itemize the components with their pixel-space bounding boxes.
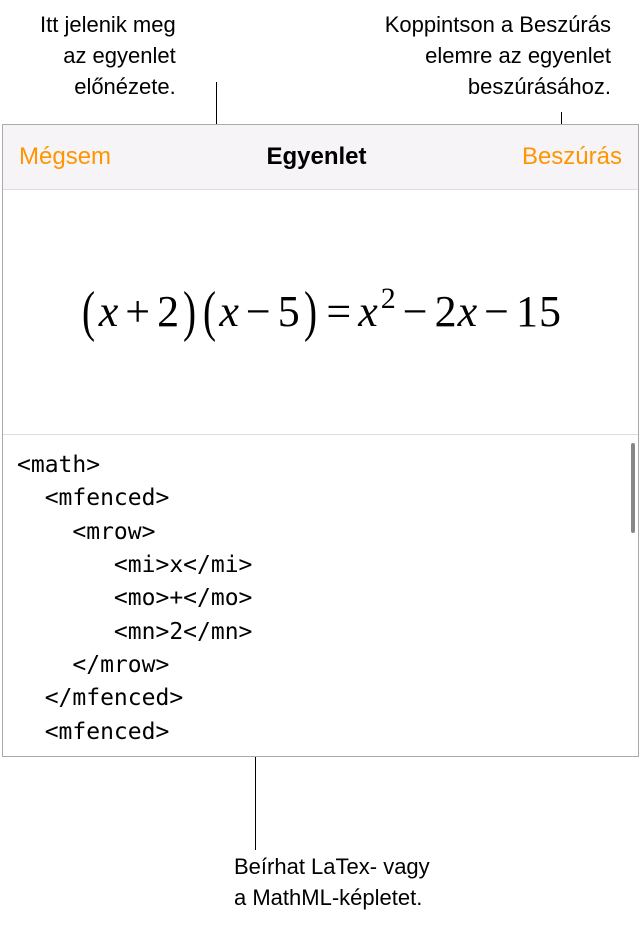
cancel-button[interactable]: Mégsem <box>19 143 111 171</box>
callout-insert: Koppintson a Beszúrás elemre az egyenlet… <box>385 10 611 102</box>
scrollbar[interactable] <box>631 443 635 533</box>
eq-minus: − <box>403 287 429 336</box>
eq-num: 5 <box>278 287 301 336</box>
eq-var: x <box>458 287 479 336</box>
callout-code: Beírhat LaTex- vagy a MathML-képletet. <box>234 852 430 914</box>
eq-num: 2 <box>157 287 180 336</box>
insert-button[interactable]: Beszúrás <box>522 143 622 171</box>
eq-left-paren: ( <box>203 280 217 344</box>
eq-superscript: 2 <box>381 282 397 315</box>
code-input[interactable]: <math> <mfenced> <mrow> <mi>x</mi> <mo>+… <box>3 435 638 756</box>
eq-minus: − <box>484 287 510 336</box>
equation-preview: (x+2)(x−5)=x2−2x−15 <box>3 189 638 435</box>
eq-num: 15 <box>516 287 562 336</box>
eq-var: x <box>358 287 379 336</box>
eq-plus: + <box>125 287 151 336</box>
dialog-header: Mégsem Egyenlet Beszúrás <box>3 125 638 189</box>
eq-right-paren: ) <box>183 280 197 344</box>
callout-preview: Itt jelenik meg az egyenlet előnézete. <box>40 10 176 102</box>
eq-num: 2 <box>435 287 458 336</box>
eq-var: x <box>219 287 240 336</box>
dialog-title: Egyenlet <box>266 143 366 171</box>
eq-minus: − <box>246 287 272 336</box>
equation-rendered: (x+2)(x−5)=x2−2x−15 <box>79 287 562 336</box>
eq-equals: = <box>326 287 352 336</box>
code-text: <math> <mfenced> <mrow> <mi>x</mi> <mo>+… <box>17 452 252 756</box>
eq-left-paren: ( <box>82 280 96 344</box>
eq-var: x <box>99 287 120 336</box>
equation-dialog: Mégsem Egyenlet Beszúrás (x+2)(x−5)=x2−2… <box>2 124 639 757</box>
eq-right-paren: ) <box>304 280 318 344</box>
